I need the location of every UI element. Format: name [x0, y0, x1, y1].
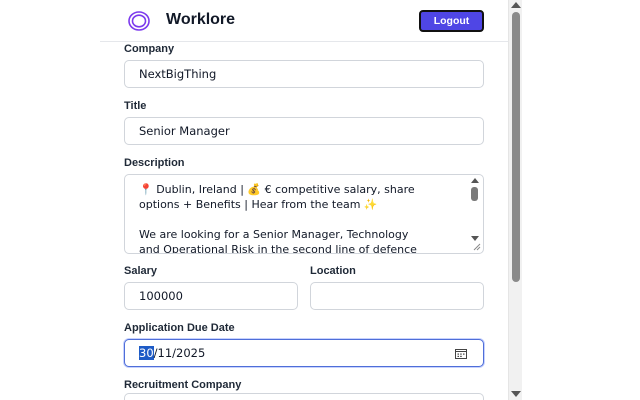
- title-label: Title: [124, 100, 147, 112]
- ring-logo-icon: [128, 11, 150, 31]
- resize-grip-icon[interactable]: [473, 243, 481, 251]
- app-frame: Worklore Logout Company NextBigThing Tit…: [100, 0, 508, 400]
- recruitment-company-input[interactable]: [124, 393, 484, 400]
- location-label: Location: [310, 265, 356, 277]
- textarea-scroll-down-icon[interactable]: [471, 236, 479, 241]
- description-line: options + Benefits | Hear from the team …: [139, 198, 378, 211]
- description-textarea[interactable]: 📍 Dublin, Ireland | 💰 € competitive sala…: [124, 174, 484, 254]
- title-input[interactable]: Senior Manager: [124, 117, 484, 145]
- description-label: Description: [124, 157, 185, 169]
- due-date-input[interactable]: 30/11/2025: [124, 339, 484, 367]
- logout-button[interactable]: Logout: [419, 10, 484, 32]
- recruitment-company-label: Recruitment Company: [124, 379, 242, 391]
- textarea-scrollbar[interactable]: [470, 178, 480, 250]
- due-date-rest: /11/2025: [153, 346, 206, 360]
- description-line: 📍 Dublin, Ireland | 💰 € competitive sala…: [139, 183, 415, 196]
- top-navbar: Worklore Logout: [100, 0, 508, 42]
- company-label: Company: [124, 43, 175, 55]
- textarea-scroll-up-icon[interactable]: [471, 178, 479, 183]
- description-blank-line: [139, 212, 461, 227]
- description-line: We are looking for a Senior Manager, Tec…: [139, 228, 409, 241]
- salary-input[interactable]: 100000: [124, 282, 298, 310]
- description-line: and Operational Risk in the second line …: [139, 243, 417, 254]
- due-date-label: Application Due Date: [124, 322, 235, 334]
- scroll-up-icon[interactable]: [511, 2, 521, 8]
- salary-label: Salary: [124, 265, 158, 277]
- textarea-scroll-thumb[interactable]: [471, 187, 478, 201]
- scroll-thumb[interactable]: [512, 12, 520, 282]
- page-scrollbar[interactable]: [508, 0, 522, 400]
- location-input[interactable]: [310, 282, 484, 310]
- brand-name: Worklore: [166, 11, 236, 28]
- company-input[interactable]: NextBigThing: [124, 60, 484, 88]
- scroll-down-icon[interactable]: [511, 391, 521, 397]
- title-value: Senior Manager: [139, 124, 230, 138]
- company-value: NextBigThing: [139, 67, 217, 81]
- due-date-day-segment[interactable]: 30: [139, 346, 154, 360]
- salary-value: 100000: [139, 289, 183, 303]
- calendar-icon[interactable]: [455, 348, 467, 359]
